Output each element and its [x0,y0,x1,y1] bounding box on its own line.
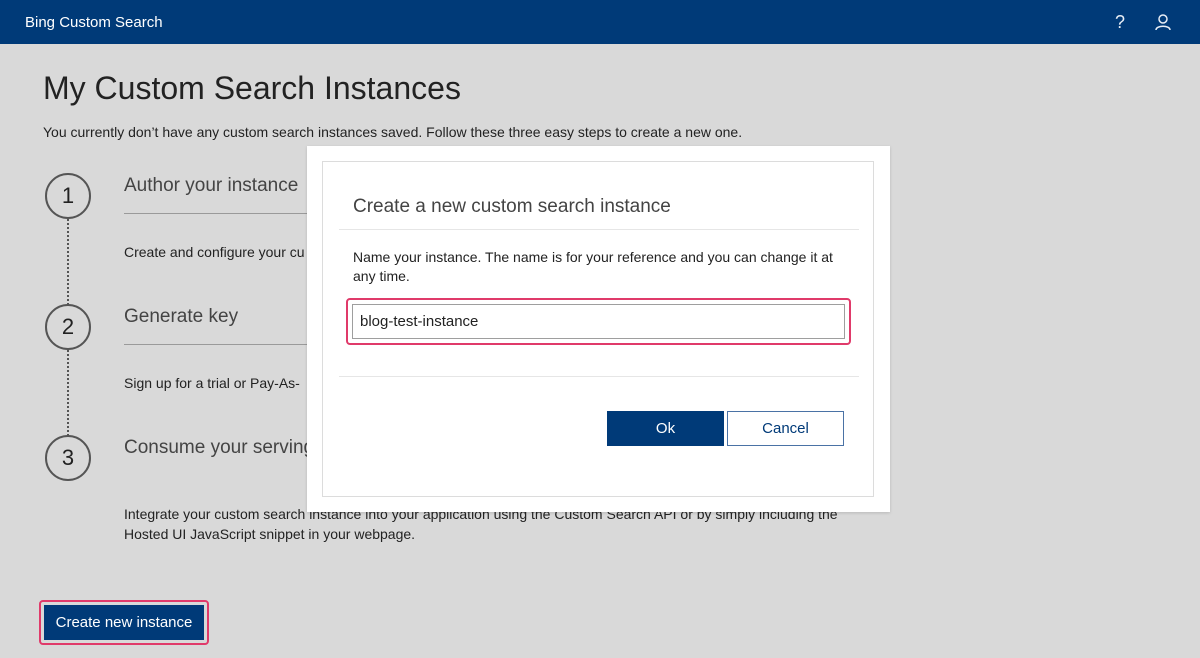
step-1-number: 1 [45,173,91,219]
cancel-button[interactable]: Cancel [727,411,844,446]
step-connector [67,219,69,305]
create-button-highlight: Create new instance [39,600,209,645]
app-title[interactable]: Bing Custom Search [25,14,163,31]
user-icon[interactable] [1151,10,1175,34]
dialog-panel: Create a new custom search instance Name… [322,161,874,497]
page-title: My Custom Search Instances [43,70,461,106]
step-2-number: 2 [45,304,91,350]
dialog-divider-top [339,229,859,230]
step-2-title: Generate key [124,306,239,327]
dialog-title: Create a new custom search instance [353,196,671,217]
ok-button[interactable]: Ok [607,411,724,446]
step-1-title: Author your instance [124,175,299,196]
dialog-divider-bottom [339,376,859,377]
create-new-instance-button[interactable]: Create new instance [44,605,204,640]
dialog-description: Name your instance. The name is for your… [353,249,833,284]
step-connector [67,350,69,436]
create-instance-dialog: Create a new custom search instance Name… [307,146,890,512]
top-bar: Bing Custom Search ? [0,0,1200,44]
name-input-highlight [346,298,851,345]
help-icon[interactable]: ? [1108,10,1132,34]
page-intro: You currently don’t have any custom sear… [43,124,743,140]
step-3-title: Consume your serving [124,437,315,458]
step-3-number: 3 [45,435,91,481]
instance-name-input[interactable] [352,304,845,339]
